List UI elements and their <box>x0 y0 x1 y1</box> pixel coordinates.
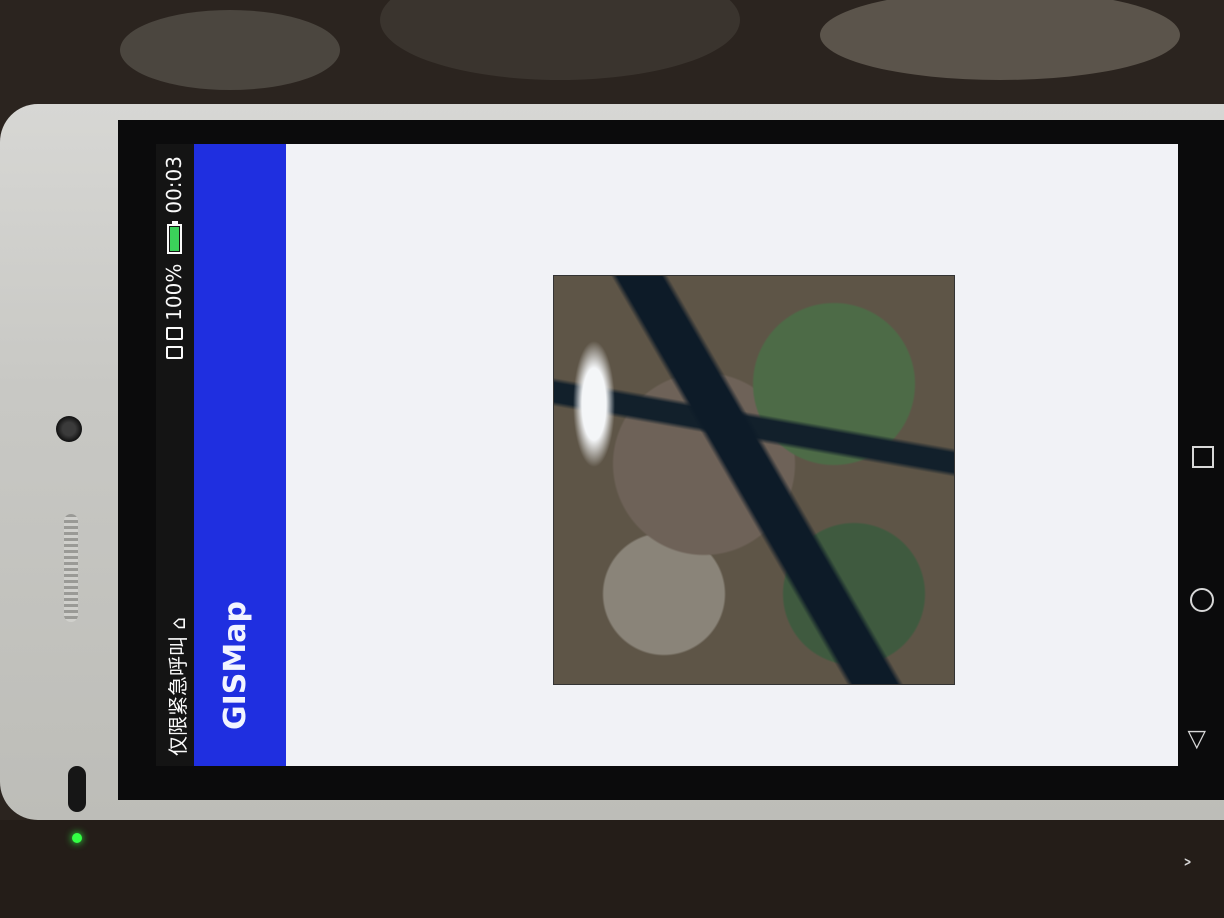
proximity-sensor <box>68 766 86 812</box>
home-icon[interactable] <box>1190 588 1214 612</box>
navigation-bar: ◁ ˅ <box>1181 140 1224 868</box>
sim-card-icon <box>165 345 183 359</box>
table-surface <box>0 820 1224 918</box>
background-object <box>120 10 340 90</box>
battery-percent: 100% <box>162 263 186 321</box>
earpiece-speaker <box>64 514 78 622</box>
notification-led <box>72 833 82 843</box>
expand-icon[interactable]: ˅ <box>1182 856 1210 868</box>
satellite-map-image[interactable] <box>554 276 954 684</box>
status-icons: 100% 00:03 <box>162 156 186 359</box>
clock: 00:03 <box>162 156 186 214</box>
sim-card-icon <box>165 326 183 340</box>
recent-apps-icon[interactable] <box>1192 446 1214 468</box>
status-bar: 仅限紧急呼叫 ⌂ 100% 00:03 <box>156 144 194 766</box>
app-bar: GISMap <box>194 144 286 766</box>
carrier-text: 仅限紧急呼叫 ⌂ <box>166 616 190 756</box>
battery-charging-icon <box>166 223 182 254</box>
back-icon[interactable]: ◁ <box>1181 731 1209 749</box>
background-object <box>380 0 740 80</box>
app-title: GISMap <box>218 601 253 730</box>
front-camera <box>56 416 82 442</box>
background-object <box>820 0 1180 80</box>
phone-screen: 仅限紧急呼叫 ⌂ 100% 00:03 GISMap <box>156 144 1178 766</box>
